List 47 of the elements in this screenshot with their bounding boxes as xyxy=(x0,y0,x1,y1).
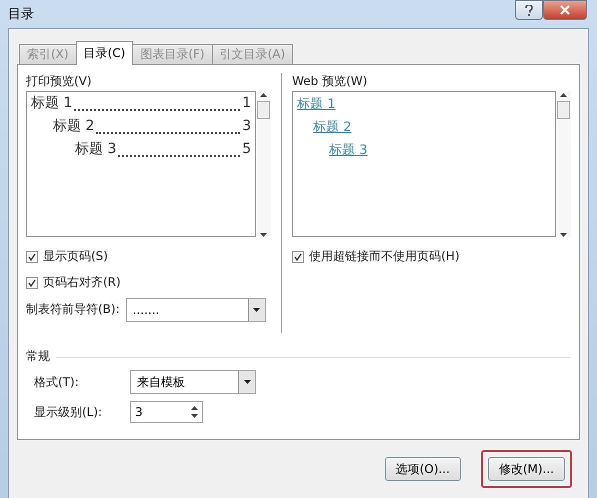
heading-link[interactable]: 标题 3 xyxy=(329,140,368,163)
section-label: Web 预览(W) xyxy=(292,73,368,90)
page-number: 3 xyxy=(242,118,252,134)
scroll-down-icon[interactable] xyxy=(191,414,198,418)
scroll-up-icon[interactable] xyxy=(560,93,567,97)
section-label: 打印预览(V) xyxy=(26,73,93,90)
scroll-down-icon[interactable] xyxy=(560,233,567,237)
scroll-thumb[interactable] xyxy=(557,101,570,119)
help-icon xyxy=(525,4,533,16)
heading-link[interactable]: 标题 1 xyxy=(297,94,336,117)
scroll-up-icon[interactable] xyxy=(191,406,198,410)
heading-link[interactable]: 标题 2 xyxy=(313,117,352,140)
field-label: 格式(T): xyxy=(34,374,80,390)
window-title: 目录 xyxy=(8,6,35,23)
group-title: 常规 xyxy=(26,348,50,365)
checkbox[interactable] xyxy=(26,251,38,263)
checkbox-label: 显示页码(S) xyxy=(43,248,108,265)
scroll-down-icon[interactable] xyxy=(260,233,268,237)
checkbox-label: 使用超链接而不使用页码(H) xyxy=(309,248,460,265)
help-button[interactable] xyxy=(515,0,543,20)
leader-dropdown[interactable]: ....... xyxy=(126,298,266,322)
level-spinner[interactable]: 3 xyxy=(130,401,203,423)
caret-icon xyxy=(244,380,250,384)
check-icon xyxy=(28,279,36,287)
heading-entry: 标题 3 xyxy=(75,140,116,158)
dialog-button[interactable]: 修改(M)... xyxy=(488,457,565,481)
tab[interactable]: 目录(C) xyxy=(76,41,134,65)
checkbox[interactable] xyxy=(292,251,304,263)
dialog-button[interactable]: 选项(O)... xyxy=(384,457,461,481)
scroll-up-icon[interactable] xyxy=(260,93,268,97)
format-dropdown[interactable]: 来自模板 xyxy=(130,370,256,394)
close-icon xyxy=(560,5,570,15)
heading-entry: 标题 2 xyxy=(53,117,94,135)
page-number: 5 xyxy=(242,141,252,157)
field-label: 制表符前导符(B): xyxy=(26,301,120,318)
checkbox-label: 页码右对齐(R) xyxy=(43,274,121,291)
field-label: 显示级别(L): xyxy=(34,404,104,420)
checkbox[interactable] xyxy=(26,277,38,289)
caret-icon xyxy=(253,308,260,312)
check-icon xyxy=(294,253,302,261)
page-number: 1 xyxy=(242,95,252,111)
scrollbar[interactable] xyxy=(556,91,571,237)
check-icon xyxy=(28,253,36,261)
close-button[interactable] xyxy=(543,0,587,20)
scrollbar[interactable] xyxy=(256,91,272,237)
scroll-thumb[interactable] xyxy=(257,101,270,119)
heading-entry: 标题 1 xyxy=(31,94,72,112)
